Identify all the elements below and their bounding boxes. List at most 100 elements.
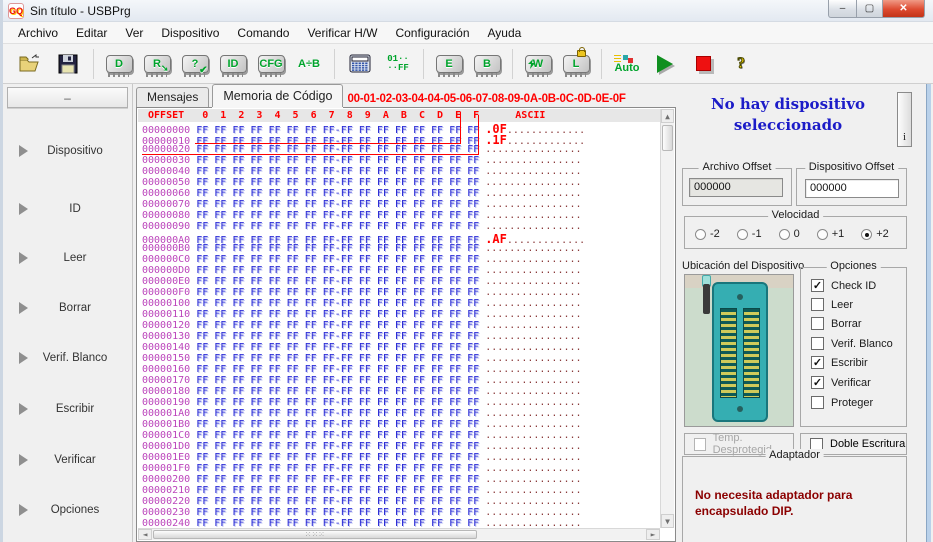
hex-row[interactable]: 00000110 FF FF FF FF FF FF FF FF-FF FF F… (142, 309, 660, 320)
sidebar-collapse-button[interactable]: – (7, 87, 128, 108)
hex-row[interactable]: 00000140 FF FF FF FF FF FF FF FF-FF FF F… (142, 342, 660, 353)
radio-velocidad-plus1[interactable]: +1 (816, 228, 844, 240)
dispositivo-offset-field[interactable]: 000000 (805, 179, 899, 198)
fill-buffer-button[interactable]: 01·· ··FF (379, 47, 417, 81)
hex-row[interactable]: 000000E0 FF FF FF FF FF FF FF FF-FF FF F… (142, 276, 660, 287)
radio-velocidad-minus1[interactable]: -1 (736, 228, 762, 240)
horizontal-scroll-thumb[interactable]: ⁙⁙⁙ (153, 530, 477, 539)
checkbox-borrar[interactable]: Borrar (811, 317, 862, 330)
read-device-button[interactable]: ➘ R (138, 47, 176, 81)
scroll-right-icon[interactable]: ► (646, 529, 660, 540)
hex-row[interactable]: 000000D0 FF FF FF FF FF FF FF FF-FF FF F… (142, 265, 660, 276)
hex-row[interactable]: 00000120 FF FF FF FF FF FF FF FF-FF FF F… (142, 320, 660, 331)
device-select-button[interactable]: D (100, 47, 138, 81)
checkbox-verificar[interactable]: ✓ Verificar (811, 376, 871, 389)
run-button[interactable] (646, 47, 684, 81)
hex-row[interactable]: 000001F0 FF FF FF FF FF FF FF FF-FF FF F… (142, 463, 660, 474)
sidebar-item-id[interactable]: ID (9, 200, 128, 218)
checkbox-escribir[interactable]: ✓ Escribir (811, 356, 868, 369)
hex-row[interactable]: 00000050 FF FF FF FF FF FF FF FF-FF FF F… (142, 177, 660, 188)
help-button[interactable]: ? (722, 47, 760, 81)
open-button[interactable] (11, 47, 49, 81)
sidebar-item-borrar[interactable]: Borrar (9, 299, 128, 317)
auto-button[interactable]: Auto (608, 47, 646, 81)
write-button[interactable]: W (519, 47, 557, 81)
checkbox-doble-escritura[interactable]: Doble Escritura (810, 437, 905, 451)
hex-row[interactable]: 00000190 FF FF FF FF FF FF FF FF-FF FF F… (142, 397, 660, 408)
horizontal-scrollbar[interactable]: ◄ ⁙⁙⁙ ► (138, 528, 660, 540)
compare-button[interactable]: A÷B (290, 47, 328, 81)
tab-memoria-de-codigo[interactable]: Memoria de Código (212, 84, 344, 107)
sidebar-item-opciones[interactable]: Opciones (9, 501, 128, 519)
hex-row[interactable]: 00000170 FF FF FF FF FF FF FF FF-FF FF F… (142, 375, 660, 386)
hex-row[interactable]: 00000080 FF FF FF FF FF FF FF FF-FF FF F… (142, 210, 660, 221)
vertical-scroll-thumb[interactable] (662, 125, 673, 151)
scroll-left-icon[interactable]: ◄ (138, 529, 152, 540)
vertical-scrollbar[interactable]: ▲ ▼ (660, 109, 674, 528)
lock-button[interactable]: L (557, 46, 595, 81)
hex-row[interactable]: 00000000 FF FF FF FF FF FF FF FF-FF FF F… (142, 122, 660, 136)
radio-velocidad-0[interactable]: 0 (778, 228, 800, 240)
read-id-button[interactable]: ID (214, 47, 252, 81)
info-button[interactable]: i (897, 92, 912, 147)
hex-row[interactable]: 000001A0 FF FF FF FF FF FF FF FF-FF FF F… (142, 408, 660, 419)
hex-row[interactable]: 00000030 FF FF FF FF FF FF FF FF-FF FF F… (142, 155, 660, 166)
maximize-button[interactable]: ▢ (856, 0, 883, 18)
blank-check-button[interactable]: B (468, 47, 506, 81)
hex-row[interactable]: 00000230 FF FF FF FF FF FF FF FF-FF FF F… (142, 507, 660, 518)
archivo-offset-field[interactable]: 000000 (689, 178, 783, 197)
sidebar-item-escribir[interactable]: Escribir (9, 400, 128, 418)
radio-velocidad-minus2[interactable]: -2 (695, 228, 720, 240)
hex-row[interactable]: 00000160 FF FF FF FF FF FF FF FF-FF FF F… (142, 364, 660, 375)
scroll-up-icon[interactable]: ▲ (661, 109, 674, 123)
hex-row[interactable]: 000001E0 FF FF FF FF FF FF FF FF-FF FF F… (142, 452, 660, 463)
close-button[interactable]: ✕ (882, 0, 925, 18)
sidebar-item-dispositivo[interactable]: Dispositivo (9, 142, 128, 160)
menu-ayuda[interactable]: Ayuda (479, 23, 531, 43)
checkbox-proteger[interactable]: Proteger (811, 396, 873, 409)
hex-row[interactable]: 00000130 FF FF FF FF FF FF FF FF-FF FF F… (142, 331, 660, 342)
menu-verificar-h-w[interactable]: Verificar H/W (298, 23, 386, 43)
hex-editor[interactable]: OFFSET 0 1 2 3 4 5 6 7 8 9 A B C D E F A… (136, 107, 676, 542)
menu-editar[interactable]: Editar (67, 23, 116, 43)
sidebar-item-leer[interactable]: Leer (9, 249, 128, 267)
hex-row[interactable]: 00000040 FF FF FF FF FF FF FF FF-FF FF F… (142, 166, 660, 177)
menu-archivo[interactable]: Archivo (9, 23, 67, 43)
hex-row[interactable]: 000001B0 FF FF FF FF FF FF FF FF-FF FF F… (142, 419, 660, 430)
hex-row[interactable]: 000000A0 FF FF FF FF FF FF FF FF-FF FF F… (142, 232, 660, 246)
minimize-button[interactable]: – (828, 0, 857, 18)
checkbox-leer[interactable]: Leer (811, 298, 853, 311)
checkbox-check-id[interactable]: ✓ Check ID (811, 279, 876, 292)
hex-row[interactable]: 00000100 FF FF FF FF FF FF FF FF-FF FF F… (142, 298, 660, 309)
menu-comando[interactable]: Comando (228, 23, 298, 43)
hex-row[interactable]: 00000240 FF FF FF FF FF FF FF FF-FF FF F… (142, 518, 660, 528)
hex-row[interactable]: 000001C0 FF FF FF FF FF FF FF FF-FF FF F… (142, 430, 660, 441)
hex-row[interactable]: 00000220 FF FF FF FF FF FF FF FF-FF FF F… (142, 496, 660, 507)
radio-velocidad-plus2[interactable]: +2 (861, 228, 889, 240)
sidebar-item-verif-blanco[interactable]: Verif. Blanco (9, 349, 128, 367)
save-button[interactable] (49, 47, 87, 81)
checkbox-verif-blanco[interactable]: Verif. Blanco (811, 337, 893, 350)
config-button[interactable]: CFG (252, 47, 290, 81)
verify-device-button[interactable]: ✔? (176, 47, 214, 81)
erase-button[interactable]: E (430, 47, 468, 81)
hex-row[interactable]: 00000180 FF FF FF FF FF FF FF FF-FF FF F… (142, 386, 660, 397)
hex-row[interactable]: 00000200 FF FF FF FF FF FF FF FF-FF FF F… (142, 474, 660, 485)
calculator-button[interactable] (341, 47, 379, 81)
hex-row[interactable]: 00000070 FF FF FF FF FF FF FF FF-FF FF F… (142, 199, 660, 210)
hex-row[interactable]: 000000C0 FF FF FF FF FF FF FF FF-FF FF F… (142, 254, 660, 265)
tab-mensajes[interactable]: Mensajes (136, 87, 210, 107)
hex-row[interactable]: 000001D0 FF FF FF FF FF FF FF FF-FF FF F… (142, 441, 660, 452)
hex-row[interactable]: 00000150 FF FF FF FF FF FF FF FF-FF FF F… (142, 353, 660, 364)
menu-dispositivo[interactable]: Dispositivo (152, 23, 228, 43)
hex-row[interactable]: 00000210 FF FF FF FF FF FF FF FF-FF FF F… (142, 485, 660, 496)
menu-ver[interactable]: Ver (116, 23, 152, 43)
hex-row[interactable]: 00000090 FF FF FF FF FF FF FF FF-FF FF F… (142, 221, 660, 232)
hex-row[interactable]: 00000060 FF FF FF FF FF FF FF FF-FF FF F… (142, 188, 660, 199)
stop-button[interactable] (684, 47, 722, 81)
hex-row[interactable]: 000000F0 FF FF FF FF FF FF FF FF-FF FF F… (142, 287, 660, 298)
velocidad-group: Velocidad -2 -1 0 +1 +2 (684, 209, 907, 249)
menu-configuraci-n[interactable]: Configuración (386, 23, 478, 43)
scroll-down-icon[interactable]: ▼ (661, 514, 674, 528)
sidebar-item-verificar[interactable]: Verificar (9, 451, 128, 469)
